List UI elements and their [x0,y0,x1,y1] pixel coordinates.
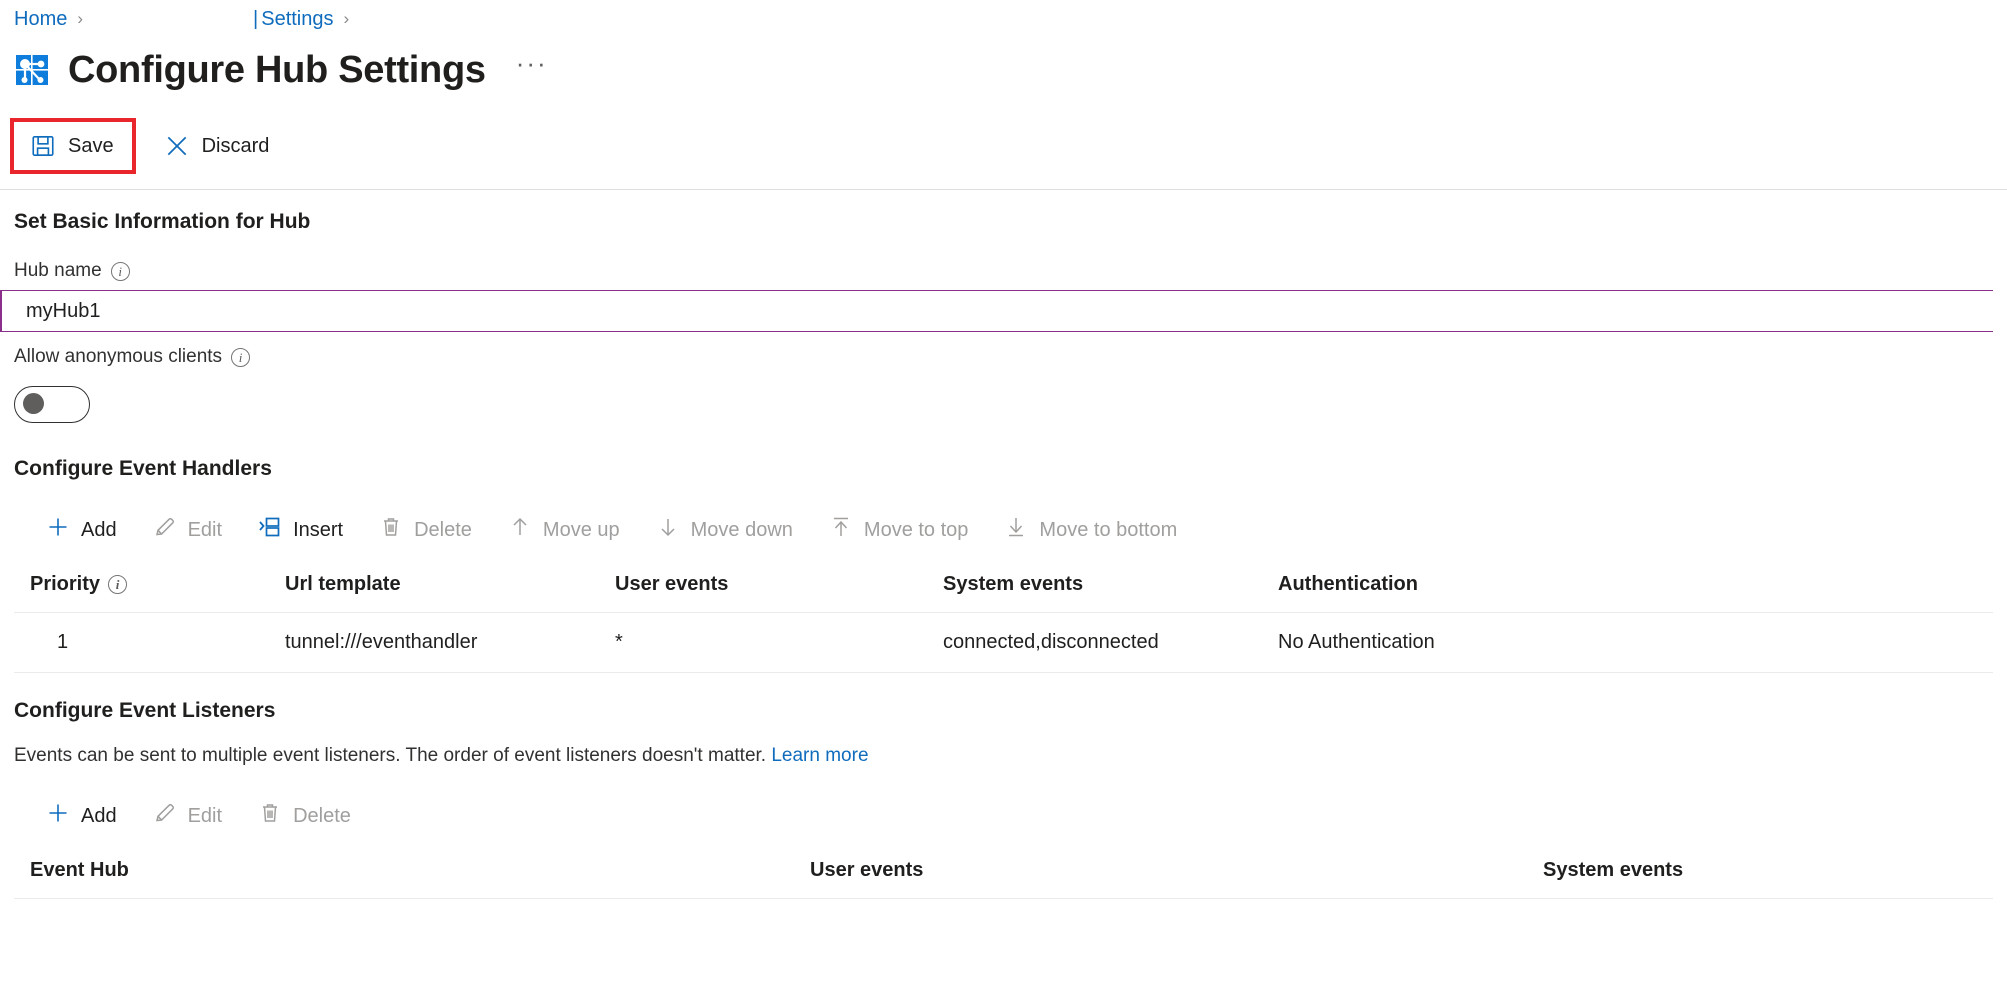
add-label: Add [81,805,117,828]
page-header: Configure Hub Settings ··· [0,38,2007,102]
breadcrumb-item-settings[interactable]: Settings [261,8,333,31]
allow-anonymous-label-row: Allow anonymous clients i [14,346,1993,368]
move-to-bottom-label: Move to bottom [1039,519,1177,542]
event-listeners-edit-button[interactable]: Edit [137,793,238,839]
event-handlers-move-to-bottom-button[interactable]: Move to bottom [988,507,1193,553]
cell-authentication: No Authentication [1278,631,1993,654]
info-circle-icon[interactable]: i [108,575,127,594]
table-row[interactable]: 1 tunnel:///eventhandler * connected,dis… [14,613,1993,673]
event-handlers-add-button[interactable]: Add [30,507,133,553]
event-listeners-table: Event Hub User events System events [14,859,1993,899]
trash-icon [258,801,282,831]
event-listeners-heading: Configure Event Listeners [14,699,1993,723]
discard-button-label: Discard [202,135,270,158]
cell-url-template: tunnel:///eventhandler [285,631,615,654]
hub-name-label: Hub name [14,260,102,282]
info-circle-icon[interactable]: i [111,262,130,281]
allow-anonymous-toggle[interactable] [14,386,90,423]
pencil-icon [153,515,177,545]
hub-name-label-row: Hub name i [14,260,1993,282]
page-title: Configure Hub Settings [68,49,486,92]
breadcrumb: Home › | Settings › [0,0,2007,38]
arrow-down-icon [656,515,680,545]
event-handlers-edit-button[interactable]: Edit [137,507,238,553]
event-listeners-description-text: Events can be sent to multiple event lis… [14,745,766,766]
cell-priority: 1 [30,631,285,654]
column-header-system-events: System events [943,573,1278,596]
chevron-right-icon: › [77,9,83,29]
event-handlers-insert-button[interactable]: Insert [242,507,359,553]
azure-web-pubsub-icon [14,52,50,88]
delete-label: Delete [414,519,472,542]
edit-label: Edit [188,519,222,542]
save-button[interactable]: Save [16,127,128,165]
column-header-priority: Priority i [30,573,285,596]
basic-info-heading: Set Basic Information for Hub [14,210,1993,234]
arrow-to-top-icon [829,515,853,545]
event-handlers-move-down-button[interactable]: Move down [640,507,809,553]
learn-more-link[interactable]: Learn more [771,745,868,766]
breadcrumb-pipe: | [253,8,258,31]
save-button-highlight: Save [10,118,136,174]
save-floppy-icon [30,133,56,159]
plus-icon [46,801,70,831]
chevron-right-icon-2: › [344,9,350,29]
trash-icon [379,515,403,545]
arrow-to-bottom-icon [1004,515,1028,545]
column-header-priority-label: Priority [30,573,100,596]
discard-button[interactable]: Discard [150,127,284,165]
move-to-top-label: Move to top [864,519,969,542]
breadcrumb-item-home[interactable]: Home [14,8,67,31]
hub-name-input[interactable] [0,290,1993,332]
delete-label: Delete [293,805,351,828]
more-actions-button[interactable]: ··· [516,58,548,82]
edit-label: Edit [188,805,222,828]
event-listeners-add-button[interactable]: Add [30,793,133,839]
event-handlers-table: Priority i Url template User events Syst… [14,573,1993,673]
pencil-icon [153,801,177,831]
event-listeners-delete-button[interactable]: Delete [242,793,367,839]
event-handlers-delete-button[interactable]: Delete [363,507,488,553]
cell-user-events: * [615,631,943,654]
move-up-label: Move up [543,519,620,542]
table-header-row: Priority i Url template User events Syst… [14,573,1993,613]
column-header-user-events: User events [810,859,1543,882]
command-bar-divider [0,189,2007,190]
toggle-knob [23,393,44,414]
table-header-row: Event Hub User events System events [14,859,1993,899]
info-circle-icon[interactable]: i [231,348,250,367]
event-handlers-move-to-top-button[interactable]: Move to top [813,507,985,553]
add-label: Add [81,519,117,542]
column-header-event-hub: Event Hub [30,859,810,882]
column-header-url-template: Url template [285,573,615,596]
plus-icon [46,515,70,545]
column-header-user-events: User events [615,573,943,596]
command-bar: Save Discard [0,116,2007,176]
event-handlers-move-up-button[interactable]: Move up [492,507,636,553]
insert-rows-icon [258,515,282,545]
arrow-up-icon [508,515,532,545]
event-listeners-toolbar: Add Edit Delete [14,793,1993,839]
column-header-authentication: Authentication [1278,573,1993,596]
allow-anonymous-label: Allow anonymous clients [14,346,222,368]
event-handlers-toolbar: Add Edit Insert [14,507,1993,553]
close-x-icon [164,133,190,159]
event-handlers-heading: Configure Event Handlers [14,457,1993,481]
event-listeners-description: Events can be sent to multiple event lis… [14,745,1993,767]
save-button-label: Save [68,135,114,158]
move-down-label: Move down [691,519,793,542]
insert-label: Insert [293,519,343,542]
column-header-system-events: System events [1543,859,1993,882]
cell-system-events: connected,disconnected [943,631,1278,654]
